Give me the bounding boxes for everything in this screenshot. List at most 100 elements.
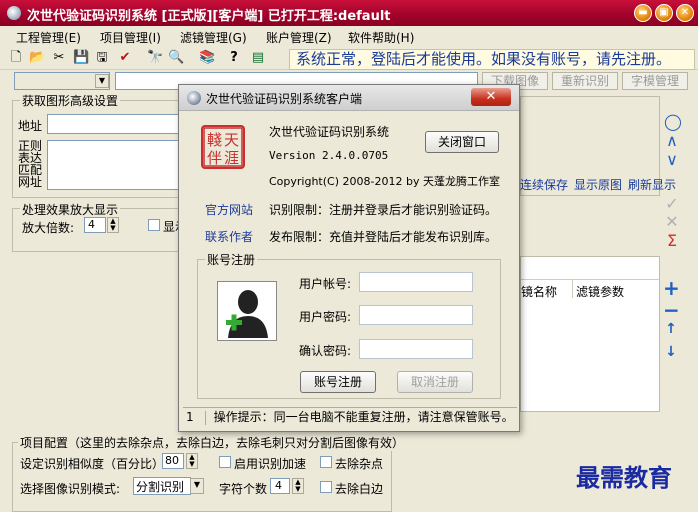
remove-border-checkbox[interactable] [320,481,332,493]
copyright-text: Copyright(C) 2008-2012 by 天蓬龙腾工作室 [269,175,500,188]
svg-text:天: 天 [224,131,239,149]
svg-text:涯: 涯 [224,149,239,167]
menu-account[interactable]: 账户管理(Z) [266,29,332,46]
chevron-up-icon[interactable]: ∧ [664,131,680,150]
project-combo-chevron-down-icon[interactable]: ▼ [95,74,109,88]
confirm-password-input[interactable] [359,339,473,359]
menu-item-manage[interactable]: 项目管理(I) [100,29,161,46]
char-count-label: 字符个数 [219,482,268,496]
similarity-label: 设定识别相似度（百分比）: [20,457,169,471]
seal-logo: 輚 天 伴 涯 [201,125,245,169]
new-file-icon[interactable]: 🗋 [8,50,24,66]
status-divider [204,410,206,425]
avatar [217,281,277,341]
save-icon[interactable]: 💾 [73,50,89,66]
chart-icon[interactable]: ▤ [250,50,266,66]
show-original-link[interactable]: 显示原图 [574,176,622,193]
window-title: 次世代验证码识别系统 [正式版][客户端] 已打开工程:default [27,9,391,24]
zoom-label: 放大倍数: [22,221,75,235]
user-password-input[interactable] [359,305,473,325]
mode-select-chevron-down-icon[interactable]: ▼ [190,478,204,494]
maximize-button[interactable]: ▣ [655,4,673,22]
menu-help[interactable]: 软件帮助(H) [348,29,414,46]
publish-limit-text: 发布限制：充值并登陆后才能发布识别库。 [269,230,498,244]
show-checkbox[interactable] [148,219,160,231]
sigma-icon[interactable]: Σ [664,231,680,250]
address-input[interactable] [47,114,183,134]
binoculars-icon[interactable]: 🔭 [147,50,163,66]
menu-filter[interactable]: 滤镜管理(G) [180,29,247,46]
close-button[interactable]: ✕ [676,4,694,22]
refresh-display-link[interactable]: 刷新显示 [628,176,676,193]
svg-text:伴: 伴 [207,149,222,167]
seal-logo-svg: 輚 天 伴 涯 [203,127,243,167]
address-label: 地址 [18,119,43,133]
show-checkbox-label: 显示 [163,220,178,234]
register-account-button[interactable]: 账号注册 [300,371,376,393]
user-password-label: 用户密码: [299,310,352,324]
cut-icon[interactable]: ✂ [51,50,67,66]
cancel-register-button[interactable]: 取消注册 [397,371,473,393]
dialog-title: 次世代验证码识别系统客户端 [206,92,363,106]
official-site-link[interactable]: 官方网站 [205,201,253,218]
regex-input[interactable] [47,140,183,190]
close-window-button[interactable]: 关闭窗口 [425,131,499,153]
app-icon [7,6,21,20]
advanced-settings-title: 获取图形高级设置 [20,92,121,109]
checkmark-icon[interactable]: ✔ [117,50,133,66]
zoom-stepper[interactable]: ▲ ▼ [107,217,119,233]
confirm-password-label: 确认密码: [299,344,352,358]
continuous-save-link[interactable]: 连续保存 [520,176,568,193]
arrow-down-icon[interactable]: ↓ [663,344,679,360]
regex-label: 正则 表达 匹配 网址 [18,139,43,189]
menu-bar: 工程管理(E) 项目管理(I) 滤镜管理(G) 账户管理(Z) 软件帮助(H) [0,26,698,46]
binoculars-plus-icon[interactable]: 🔍 [168,50,184,66]
save-as-icon[interactable]: 🖫 [94,50,110,66]
zoom-value-input[interactable]: 4 [84,217,106,233]
filter-name-header[interactable]: 镜名称 [521,283,557,300]
arrow-up-icon[interactable]: ↑ [663,321,679,337]
remove-noise-checkbox[interactable] [320,456,332,468]
contact-author-link[interactable]: 联系作者 [205,228,253,245]
char-count-stepper[interactable]: ▲ ▼ [292,478,304,494]
filter-param-header[interactable]: 滤镜参数 [576,283,624,300]
dialog-status-bar: 1 操作提示：同一台电脑不能重复注册，请注意保管账号。 [183,407,517,427]
circle-icon[interactable]: ◯ [664,112,682,131]
cross-icon[interactable]: ✕ [664,212,680,231]
re-recognize-button[interactable]: 重新识别 [552,72,618,90]
dialog-title-bar[interactable]: 次世代验证码识别系统客户端 ✕ [179,85,519,111]
project-config-group [12,442,392,512]
mode-label: 选择图像识别模式: [20,482,121,496]
help-pointer-icon[interactable]: ? [226,50,242,66]
minimize-button[interactable]: ▬ [634,4,652,22]
char-count-input[interactable]: 4 [270,478,290,494]
minus-icon[interactable]: − [663,298,680,322]
filter-table-column-divider [572,280,573,298]
font-manage-button[interactable]: 字模管理 [622,72,688,90]
plus-icon[interactable]: + [663,276,680,300]
user-account-input[interactable] [359,272,473,292]
recognition-limit-text: 识别限制：注册并登录后才能识别验证码。 [269,203,498,217]
main-title-bar[interactable]: 次世代验证码识别系统 [正式版][客户端] 已打开工程:default ▬ ▣ … [0,0,698,26]
books-icon[interactable]: 📚 [199,50,215,66]
dialog-close-button[interactable]: ✕ [471,88,511,106]
similarity-input[interactable]: 80 [162,453,184,469]
remove-border-label: 去除白边 [335,482,384,496]
project-config-title: 项目配置（这里的去除杂点，去除白边，去除毛刺只对分割后图像有效） [18,434,407,451]
enable-accel-label: 启用识别加速 [234,457,307,471]
zoom-group-title: 处理效果放大显示 [20,201,121,218]
mode-select[interactable]: 分割识别 [133,477,191,495]
open-folder-icon[interactable]: 📂 [29,50,45,66]
filter-table-header-divider [521,279,659,280]
check-icon[interactable]: ✓ [664,194,680,213]
user-account-label: 用户帐号: [299,277,352,291]
svg-text:輚: 輚 [207,131,222,149]
dialog-app-icon [187,91,201,105]
remove-noise-label: 去除杂点 [335,457,384,471]
dialog-app-name: 次世代验证码识别系统 [269,125,390,139]
chevron-down-icon[interactable]: ∨ [664,150,680,169]
account-register-title: 账号注册 [205,251,258,268]
enable-accel-checkbox[interactable] [219,456,231,468]
menu-project[interactable]: 工程管理(E) [16,29,81,46]
similarity-stepper[interactable]: ▲ ▼ [186,453,198,469]
